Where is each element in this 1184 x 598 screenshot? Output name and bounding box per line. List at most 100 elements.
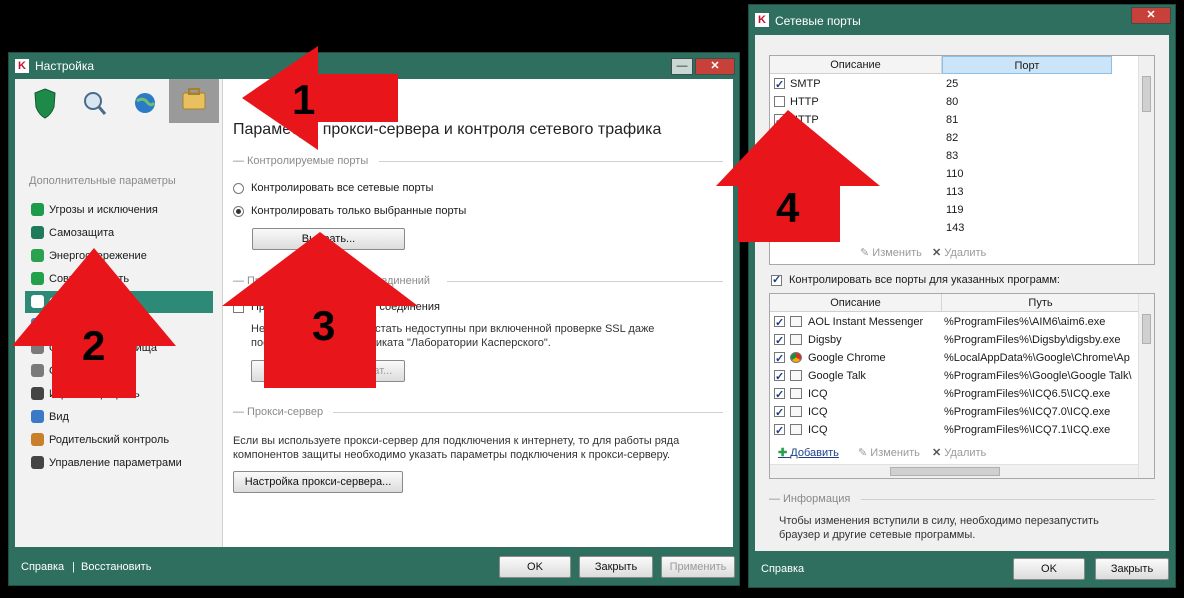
sidebar-item[interactable]: Родительский контроль [25,429,213,451]
port-row-checkbox[interactable] [774,148,785,166]
ports-scrollbar[interactable] [1138,56,1154,264]
port-row[interactable]: 83 [770,147,1154,166]
sidebar-item[interactable]: Самозащита [25,222,213,244]
ports-window: K Сетевые порты ✕ Описание Порт SMTP 25 HT… [748,4,1176,588]
program-row-checkbox[interactable] [774,404,785,422]
sidebar-item-label: Совместимость [49,273,130,285]
ports-help-link[interactable]: Справка [761,563,804,575]
port-row[interactable]: 119 [770,201,1154,220]
program-name: ICQ [808,424,828,436]
application-icon [790,334,802,345]
programs-scrollbar[interactable] [1138,294,1154,478]
minimize-button[interactable]: — [671,58,693,75]
program-row-checkbox[interactable] [774,350,785,368]
ssl-checkbox-label: Проверять защищенные соединения [251,301,440,313]
programs-delete-link[interactable]: ✕ Удалить [932,446,986,459]
sidebar-item[interactable]: Обратная связь [25,360,213,382]
port-number: 80 [946,96,959,108]
tab-protection[interactable] [21,85,69,121]
sidebar-item[interactable]: Энергосбережение [25,245,213,267]
port-row[interactable]: 82 [770,129,1154,148]
column-header-path[interactable]: Путь [942,294,1140,312]
info-line-2: браузер и другие сетевые программы. [779,529,976,541]
ok-button[interactable]: OK [499,556,571,578]
ports-table[interactable]: Описание Порт SMTP 25 HTTP 80 HTTP 81 82 83 110 1… [769,55,1155,265]
application-icon [790,406,802,417]
program-row-checkbox[interactable] [774,386,785,404]
sidebar-item-icon [31,295,44,308]
program-row[interactable]: Google Talk %ProgramFiles%\Google\Google … [770,367,1154,386]
port-number: 82 [946,132,959,144]
toolbox-icon [182,88,206,110]
proxy-settings-button[interactable]: Настройка прокси-сервера... [233,471,403,493]
tab-update[interactable] [121,85,169,121]
port-row[interactable]: 143 [770,219,1154,238]
port-row[interactable]: SMTP 25 [770,75,1154,94]
port-row-checkbox[interactable] [774,130,785,148]
ssl-checkbox[interactable] [233,302,244,313]
port-number: 113 [946,186,964,198]
sidebar-item-icon [31,410,44,423]
sidebar-item[interactable]: Угрозы и исключения [25,199,213,221]
column-header-description[interactable]: Описание [770,56,942,74]
programs-table[interactable]: Описание Путь AOL Instant Messenger %Prog… [769,293,1155,479]
port-description: HTTP [790,114,819,126]
program-row[interactable]: ICQ %ProgramFiles%\ICQ7.0\ICQ.exe [770,403,1154,422]
port-number: 81 [946,114,959,126]
select-ports-button[interactable]: Выбрать... [252,228,405,250]
program-row[interactable]: ICQ %ProgramFiles%\ICQ6.5\ICQ.exe [770,385,1154,404]
help-link[interactable]: Справка [21,561,64,573]
ports-ok-button[interactable]: OK [1013,558,1085,580]
sidebar-item[interactable]: Совместимость [25,268,213,290]
sidebar-item-icon [31,272,44,285]
column-header-port[interactable]: Порт [942,56,1112,74]
port-description: HTTP [790,96,819,108]
sidebar-item[interactable]: Управление параметрами [25,452,213,474]
port-row[interactable]: 110 [770,165,1154,184]
tab-advanced[interactable] [169,79,219,123]
sidebar-item-icon [31,318,44,331]
sidebar-item[interactable]: Вид [25,406,213,428]
close-window-button[interactable]: ✕ [695,58,735,75]
programs-hscrollbar[interactable] [770,464,1138,478]
sidebar-heading: Дополнительные параметры [29,175,176,187]
close-button[interactable]: Закрыть [579,556,653,578]
sidebar-item-label: Самозащита [49,227,115,239]
port-number: 143 [946,222,965,234]
ports-edit-link[interactable]: ✎ Изменить [860,246,922,259]
programs-add-link[interactable]: ✚ Добавить [778,446,839,459]
program-row[interactable]: Digsby %ProgramFiles%\Digsby\digsby.exe [770,331,1154,350]
sidebar-item[interactable]: Уведомления [25,314,213,336]
ports-close-button[interactable]: Закрыть [1095,558,1169,580]
ports-close-window-button[interactable]: ✕ [1131,7,1171,24]
column-header-app-description[interactable]: Описание [770,294,942,312]
sidebar-item[interactable]: Сеть [25,291,213,313]
program-row[interactable]: ICQ %ProgramFiles%\ICQ7.1\ICQ.exe [770,421,1154,440]
port-row[interactable]: 113 [770,183,1154,202]
apply-button[interactable]: Применить [661,556,735,578]
program-row[interactable]: AOL Instant Messenger %ProgramFiles%\AIM6… [770,313,1154,332]
ports-delete-link[interactable]: ✕ Удалить [932,246,986,259]
port-row[interactable]: HTTP 81 [770,111,1154,130]
program-row-checkbox[interactable] [774,314,785,332]
sidebar-item[interactable]: Отчеты и хранилища [25,337,213,359]
info-line-1: Чтобы изменения вступили в силу, необход… [779,515,1099,527]
restore-link[interactable]: Восстановить [81,561,151,573]
program-row-checkbox[interactable] [774,332,785,350]
port-row-checkbox[interactable] [774,76,785,94]
sidebar-item-label: Сеть [49,296,74,308]
port-row-checkbox[interactable] [774,96,785,107]
program-row-checkbox[interactable] [774,422,785,440]
programs-edit-link[interactable]: ✎ Изменить [858,446,920,459]
program-row[interactable]: Google Chrome %LocalAppData%\Google\Chrom… [770,349,1154,368]
tab-scan[interactable] [71,85,119,121]
sidebar-item[interactable]: Игровой профиль [25,383,213,405]
port-row-checkbox[interactable] [774,112,785,130]
ports-footer: Справка OK Закрыть [749,551,1175,587]
port-row[interactable]: HTTP 80 [770,93,1154,111]
install-certificate-button[interactable]: Установить сертификат... [251,360,405,382]
program-row-checkbox[interactable] [774,368,785,386]
all-ports-programs-checkbox[interactable] [771,273,782,286]
sidebar-item-icon [31,226,44,239]
port-row-checkbox[interactable] [774,166,785,184]
